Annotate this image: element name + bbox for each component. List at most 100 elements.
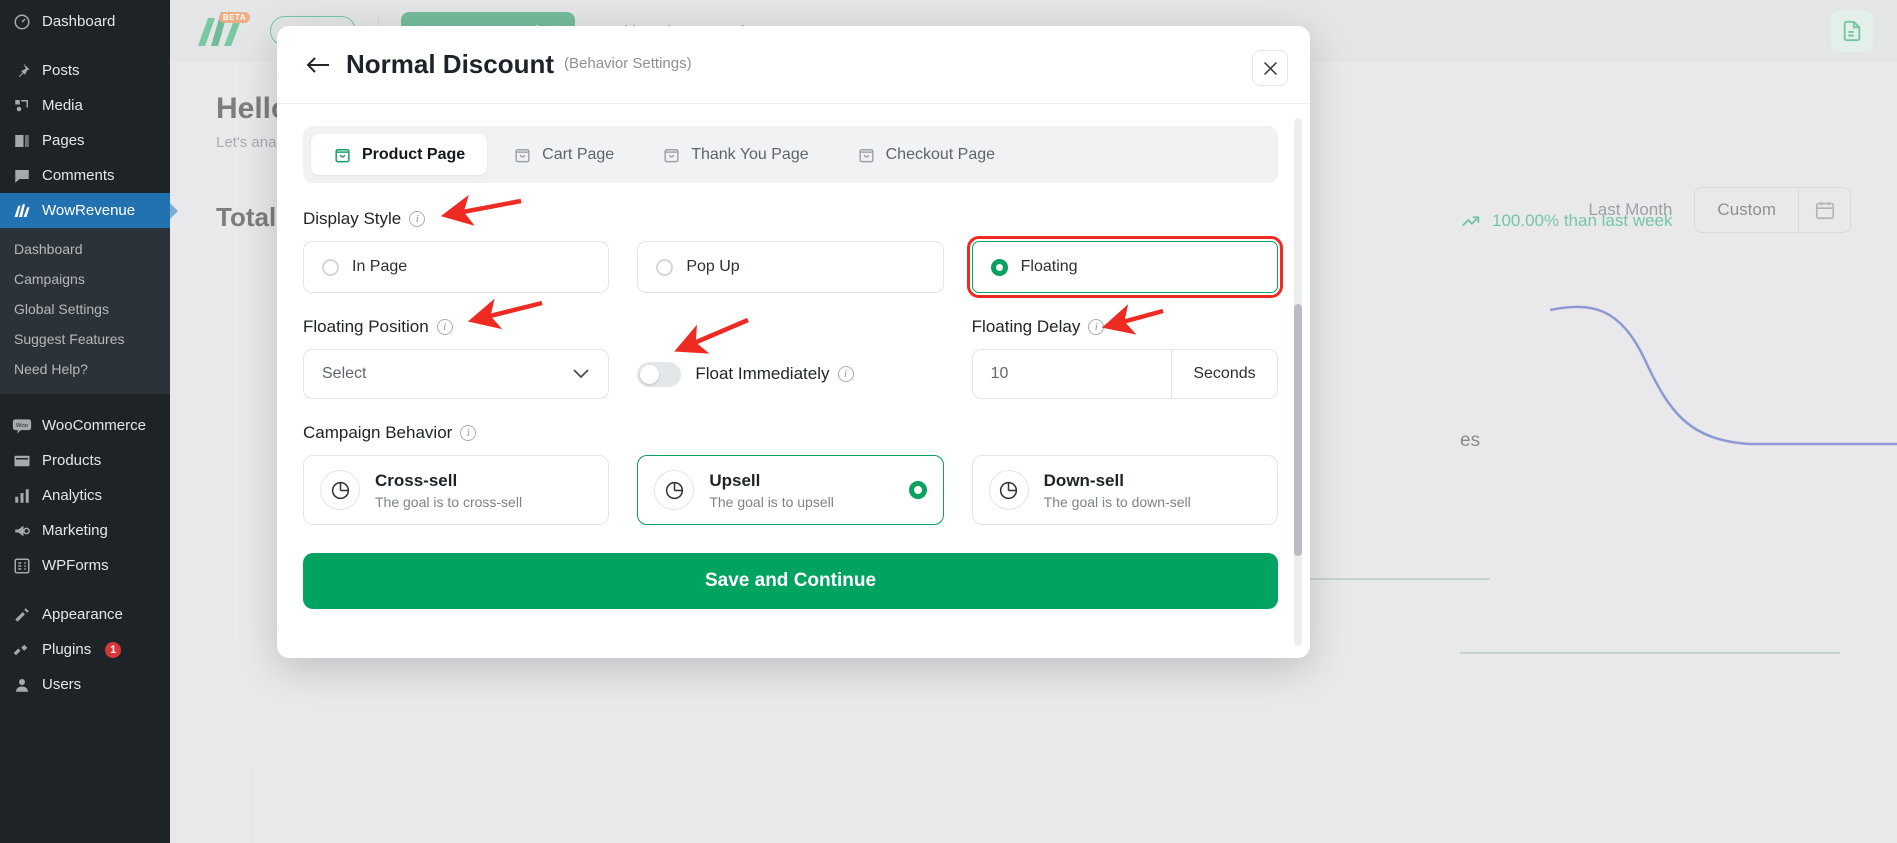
- info-icon[interactable]: i: [460, 425, 477, 441]
- toggle-knob: [640, 364, 660, 384]
- behavior-desc: The goal is to down-sell: [1043, 493, 1191, 510]
- option-in-page[interactable]: In Page: [303, 241, 610, 293]
- pie-chart-icon: [320, 470, 360, 510]
- float-immediately-col: Float Immediately i: [637, 317, 943, 399]
- sidebar-subitem-dashboard[interactable]: Dashboard: [0, 234, 170, 264]
- plugins-update-badge: 1: [105, 641, 122, 658]
- behavior-desc: The goal is to upsell: [709, 493, 834, 510]
- sidebar-label: Pages: [42, 132, 85, 149]
- sidebar-item-analytics[interactable]: Analytics: [0, 478, 170, 513]
- sidebar-item-comments[interactable]: Comments: [0, 158, 170, 193]
- modal-header: Normal Discount (Behavior Settings): [277, 26, 1310, 104]
- modal-subtitle: (Behavior Settings): [564, 55, 692, 72]
- info-icon[interactable]: i: [1088, 319, 1105, 335]
- info-icon[interactable]: i: [409, 211, 426, 227]
- pie-chart-icon: [654, 470, 695, 510]
- save-and-continue-button[interactable]: Save and Continue: [303, 553, 1278, 609]
- tab-label: Thank You Page: [691, 145, 809, 163]
- sidebar-item-plugins[interactable]: Plugins 1: [0, 632, 170, 667]
- radio-icon-selected: [990, 258, 1008, 276]
- info-icon[interactable]: i: [837, 366, 854, 382]
- sidebar-label: Comments: [42, 167, 115, 184]
- tab-label: Product Page: [362, 145, 466, 163]
- floating-settings-row: Floating Position i Select Float Immedia…: [303, 317, 1278, 399]
- sidebar-item-dashboard[interactable]: Dashboard: [0, 4, 170, 39]
- analytics-icon: [12, 486, 32, 506]
- sidebar-label: Appearance: [42, 606, 123, 623]
- floating-delay-col: Floating Delay i 10 Seconds: [971, 317, 1278, 399]
- tab-product-page[interactable]: Product Page: [311, 134, 488, 175]
- wowrevenue-icon: [12, 201, 32, 221]
- floating-delay-input[interactable]: 10: [973, 350, 1171, 398]
- sidebar-label: Users: [42, 676, 82, 693]
- campaign-behavior-options: Cross-sell The goal is to cross-sell Ups…: [303, 455, 1278, 525]
- svg-text:Woo: Woo: [16, 422, 28, 428]
- wpforms-icon: [12, 556, 32, 576]
- sidebar-item-pages[interactable]: Pages: [0, 123, 170, 158]
- sidebar-item-products[interactable]: Products: [0, 443, 170, 478]
- screen-root: BETA Beta 1.0 + Create Campaign Dashboar…: [0, 0, 1897, 843]
- radio-icon: [656, 258, 674, 276]
- save-label: Save and Continue: [704, 570, 877, 591]
- floating-position-label-row: Floating Position i: [303, 317, 609, 337]
- float-immediately-label: Float Immediately: [695, 364, 830, 383]
- back-arrow-icon[interactable]: [303, 50, 333, 80]
- sidebar-item-users[interactable]: Users: [0, 667, 170, 702]
- info-icon[interactable]: i: [436, 319, 453, 335]
- behavior-upsell[interactable]: Upsell The goal is to upsell: [637, 455, 944, 525]
- option-label: In Page: [352, 258, 408, 275]
- float-immediately-row: Float Immediately i: [637, 349, 943, 399]
- floating-position-value: Select: [322, 365, 367, 382]
- sidebar-subitem-global-settings[interactable]: Global Settings: [0, 294, 170, 324]
- tab-cart-page[interactable]: Cart Page: [491, 134, 636, 175]
- option-label: Floating: [1020, 258, 1078, 275]
- modal-title: Normal Discount: [346, 49, 555, 79]
- wordpress-admin-sidebar: Dashboard Posts Media Pages Comments Wow…: [0, 0, 178, 843]
- option-pop-up[interactable]: Pop Up: [637, 241, 944, 293]
- modal-body: Product Page Cart Page Thank You Page Ch…: [277, 104, 1310, 658]
- behavior-text: Upsell The goal is to upsell: [709, 471, 834, 510]
- modal-scrollbar-thumb[interactable]: [1294, 304, 1302, 556]
- appearance-icon: [12, 605, 32, 625]
- sidebar-label: Posts: [42, 62, 80, 79]
- sidebar-item-posts[interactable]: Posts: [0, 53, 170, 88]
- plugins-icon: [12, 640, 32, 660]
- marketing-icon: [12, 521, 32, 541]
- tab-label: Cart Page: [542, 145, 615, 163]
- sidebar-item-appearance[interactable]: Appearance: [0, 597, 170, 632]
- sidebar-label: Plugins: [42, 641, 92, 658]
- float-immediately-toggle[interactable]: [637, 361, 682, 387]
- behavior-down-sell[interactable]: Down-sell The goal is to down-sell: [971, 455, 1278, 525]
- sidebar-label: Dashboard: [42, 13, 116, 30]
- sidebar-subitem-need-help[interactable]: Need Help?: [0, 354, 170, 384]
- bag-icon: [513, 145, 532, 164]
- sidebar-label: Products: [42, 452, 102, 469]
- sidebar-item-woocommerce[interactable]: Woo WooCommerce: [0, 408, 170, 443]
- option-floating[interactable]: Floating: [966, 236, 1283, 298]
- behavior-cross-sell[interactable]: Cross-sell The goal is to cross-sell: [303, 455, 610, 525]
- sidebar-submenu-wowrevenue: Dashboard Campaigns Global Settings Sugg…: [0, 228, 170, 394]
- sidebar-item-wowrevenue[interactable]: WowRevenue: [0, 193, 178, 228]
- sidebar-item-media[interactable]: Media: [0, 88, 170, 123]
- sidebar-subitem-suggest-features[interactable]: Suggest Features: [0, 324, 170, 354]
- sidebar-item-marketing[interactable]: Marketing: [0, 513, 170, 548]
- sidebar-label: WowRevenue: [42, 202, 136, 219]
- floating-position-select[interactable]: Select: [303, 349, 610, 399]
- sidebar-item-wpforms[interactable]: WPForms: [0, 548, 170, 583]
- dashboard-icon: [12, 12, 32, 32]
- bag-icon: [333, 145, 352, 164]
- tab-checkout-page[interactable]: Checkout Page: [835, 134, 1017, 175]
- pin-icon: [12, 61, 32, 81]
- behavior-title: Cross-sell: [375, 470, 458, 490]
- sidebar-subitem-campaigns[interactable]: Campaigns: [0, 264, 170, 294]
- close-icon[interactable]: [1252, 50, 1288, 86]
- pages-icon: [12, 131, 32, 151]
- page-tabs: Product Page Cart Page Thank You Page Ch…: [303, 126, 1278, 183]
- display-style-options: In Page Pop Up Floating: [303, 236, 1283, 298]
- campaign-behavior-label: Campaign Behavior: [303, 423, 453, 442]
- tab-thank-you-page[interactable]: Thank You Page: [640, 134, 830, 175]
- display-style-label: Display Style: [303, 209, 402, 228]
- display-style-label-row: Display Style i: [303, 209, 1278, 229]
